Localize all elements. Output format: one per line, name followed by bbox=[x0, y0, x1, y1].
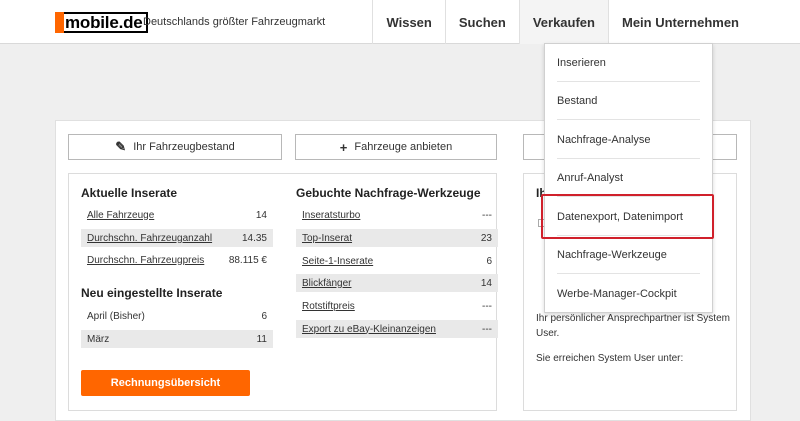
row-link[interactable]: Blickfänger bbox=[302, 278, 351, 289]
row-link[interactable]: Durchschn. Fahrzeuganzahl bbox=[87, 233, 212, 244]
offer-vehicles-button[interactable]: + Fahrzeuge anbieten bbox=[295, 134, 497, 160]
contact-reach-text: Sie erreichen System User unter: bbox=[536, 353, 684, 364]
row-value: 14 bbox=[480, 277, 492, 289]
vehicle-stock-button[interactable]: ✎ Ihr Fahrzeugbestand bbox=[68, 134, 282, 160]
site-header: mobile.de Deutschlands größter Fahrzeugm… bbox=[0, 0, 800, 44]
listing-row: Durchschn. Fahrzeugpreis 88.115 € bbox=[81, 251, 273, 269]
menu-item-anruf-analyst[interactable]: Anruf-Analyst bbox=[557, 159, 700, 197]
listing-row: April (Bisher) 6 bbox=[81, 307, 273, 325]
tool-row: Seite-1-Inserate 6 bbox=[296, 252, 498, 270]
menu-item-nachfrage-analyse[interactable]: Nachfrage-Analyse bbox=[557, 121, 700, 159]
logo-orange-block bbox=[55, 12, 64, 33]
tool-row: Top-Inserat 23 bbox=[296, 229, 498, 247]
menu-item-nachfrage-werkzeuge[interactable]: Nachfrage-Werkzeuge bbox=[557, 236, 700, 274]
tool-row: Export zu eBay-Kleinanzeigen --- bbox=[296, 320, 498, 338]
nav-wissen[interactable]: Wissen bbox=[372, 0, 444, 44]
listings-panel: Aktuelle Inserate Alle Fahrzeuge 14 Durc… bbox=[68, 173, 498, 411]
nav-mein-unternehmen[interactable]: Mein Unternehmen bbox=[607, 0, 752, 44]
logo-text: mobile.de bbox=[64, 12, 148, 33]
new-listings-title: Neu eingestellte Inserate bbox=[81, 286, 223, 300]
tool-row: Rotstiftpreis --- bbox=[296, 297, 498, 315]
row-value: 88.115 € bbox=[228, 254, 267, 266]
row-label: März bbox=[87, 333, 110, 345]
row-link[interactable]: Rotstiftpreis bbox=[302, 301, 355, 312]
mobile-de-logo[interactable]: mobile.de bbox=[55, 12, 148, 33]
row-value: 23 bbox=[480, 232, 492, 244]
main-nav: Wissen Suchen Verkaufen Mein Unternehmen bbox=[372, 0, 752, 44]
row-label: April (Bisher) bbox=[87, 310, 145, 322]
menu-item-bestand[interactable]: Bestand bbox=[557, 82, 700, 120]
row-link[interactable]: Seite-1-Inserate bbox=[302, 256, 373, 267]
row-value: --- bbox=[482, 209, 492, 221]
listing-row: März 11 bbox=[81, 330, 273, 348]
row-value: 14 bbox=[255, 209, 267, 221]
tool-row: Inseratsturbo --- bbox=[296, 206, 498, 224]
verkaufen-dropdown-menu: Inserieren Bestand Nachfrage-Analyse Anr… bbox=[544, 43, 713, 313]
pencil-icon: ✎ bbox=[115, 139, 127, 154]
listing-row: Durchschn. Fahrzeuganzahl 14.35 bbox=[81, 229, 273, 247]
menu-item-werbe-manager[interactable]: Werbe-Manager-Cockpit bbox=[557, 275, 700, 313]
plus-icon: + bbox=[339, 139, 348, 155]
row-value: 6 bbox=[486, 255, 492, 267]
nav-suchen[interactable]: Suchen bbox=[444, 0, 519, 44]
row-link[interactable]: Export zu eBay-Kleinanzeigen bbox=[302, 324, 436, 335]
current-listings-title: Aktuelle Inserate bbox=[81, 186, 178, 200]
row-value: 11 bbox=[256, 333, 267, 345]
offer-vehicles-label: Fahrzeuge anbieten bbox=[354, 141, 453, 153]
row-value: 6 bbox=[261, 310, 267, 322]
invoice-overview-button[interactable]: Rechnungsübersicht bbox=[81, 370, 250, 396]
row-link[interactable]: Durchschn. Fahrzeugpreis bbox=[87, 255, 204, 266]
row-value: --- bbox=[482, 323, 492, 335]
row-value: --- bbox=[482, 300, 492, 312]
tool-row: Blickfänger 14 bbox=[296, 274, 498, 292]
nav-verkaufen[interactable]: Verkaufen bbox=[518, 0, 608, 44]
row-link[interactable]: Top-Inserat bbox=[302, 233, 352, 244]
row-link[interactable]: Inseratsturbo bbox=[302, 210, 360, 221]
listing-row: Alle Fahrzeuge 14 bbox=[81, 206, 273, 224]
row-link[interactable]: Alle Fahrzeuge bbox=[87, 210, 154, 221]
tagline: Deutschlands größter Fahrzeugmarkt bbox=[143, 16, 326, 28]
highlight-box bbox=[541, 194, 714, 239]
booked-tools-title: Gebuchte Nachfrage-Werkzeuge bbox=[296, 186, 481, 200]
contact-person-text: Ihr persönlicher Ansprechpartner ist Sys… bbox=[536, 313, 730, 339]
row-value: 14.35 bbox=[241, 232, 267, 244]
vehicle-stock-label: Ihr Fahrzeugbestand bbox=[133, 141, 235, 153]
menu-item-inserieren[interactable]: Inserieren bbox=[557, 44, 700, 82]
